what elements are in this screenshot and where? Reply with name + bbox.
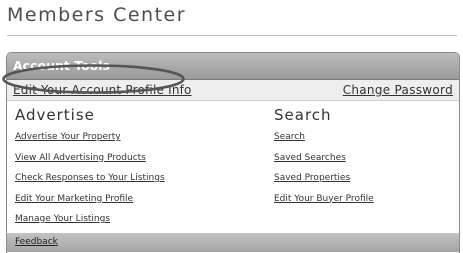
- view-advertising-products-link[interactable]: View All Advertising Products: [15, 153, 146, 163]
- edit-buyer-profile-link[interactable]: Edit Your Buyer Profile: [274, 194, 374, 204]
- saved-properties-link[interactable]: Saved Properties: [274, 173, 350, 183]
- advertise-property-link[interactable]: Advertise Your Property: [15, 132, 121, 142]
- feedback-link[interactable]: Feedback: [7, 237, 58, 247]
- edit-marketing-profile-link[interactable]: Edit Your Marketing Profile: [15, 194, 133, 204]
- list-item: View All Advertising Products: [15, 151, 165, 172]
- manage-listings-link[interactable]: Manage Your Listings: [15, 214, 110, 224]
- page-title: Members Center: [7, 4, 187, 26]
- search-link[interactable]: Search: [274, 132, 305, 142]
- advertise-column: Advertise Advertise Your Property View A…: [15, 104, 165, 233]
- saved-searches-link[interactable]: Saved Searches: [274, 153, 346, 163]
- panel-header: Account Tools: [7, 53, 459, 80]
- check-responses-link[interactable]: Check Responses to Your Listings: [15, 173, 165, 183]
- search-column: Search Search Saved Searches Saved Prope…: [274, 104, 374, 212]
- list-item: Manage Your Listings: [15, 212, 165, 233]
- list-item: Saved Properties: [274, 171, 374, 192]
- change-password-link[interactable]: Change Password: [343, 80, 453, 100]
- list-item: Edit Your Marketing Profile: [15, 192, 165, 213]
- profile-row: Edit Your Account Profile Info Change Pa…: [7, 80, 459, 101]
- title-divider: [7, 35, 457, 36]
- search-heading: Search: [274, 106, 332, 124]
- list-item: Saved Searches: [274, 151, 374, 172]
- list-item: Check Responses to Your Listings: [15, 171, 165, 192]
- footer-bar: Feedback: [6, 233, 460, 252]
- list-item: Search: [274, 130, 374, 151]
- edit-profile-link[interactable]: Edit Your Account Profile Info: [13, 80, 192, 100]
- list-item: Advertise Your Property: [15, 130, 165, 151]
- advertise-heading: Advertise: [15, 106, 95, 124]
- list-item: Edit Your Buyer Profile: [274, 192, 374, 213]
